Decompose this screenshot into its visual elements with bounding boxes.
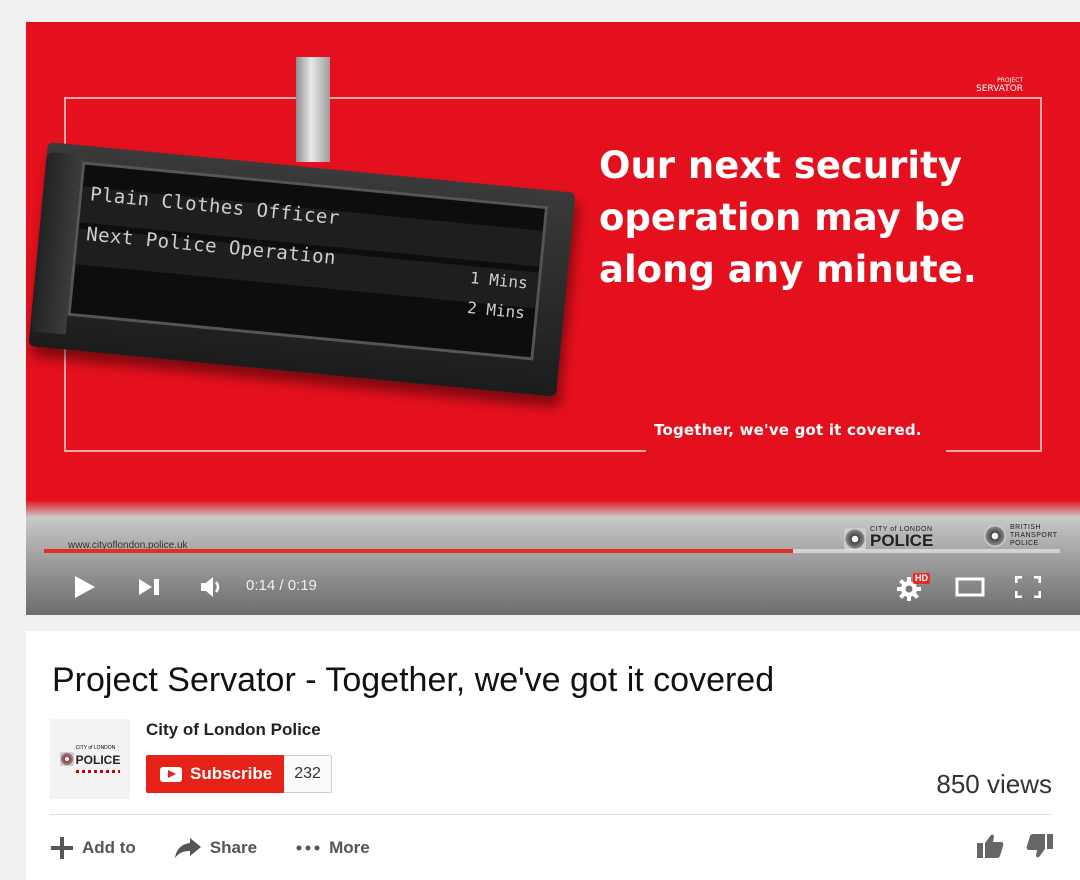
- servator-logo-name: SERVATOR: [976, 84, 1024, 94]
- fullscreen-button[interactable]: [1008, 567, 1048, 607]
- play-button[interactable]: [64, 567, 104, 607]
- like-button[interactable]: [976, 833, 1004, 864]
- video-tagline: Together, we've got it covered.: [654, 421, 922, 439]
- theater-mode-button[interactable]: [950, 567, 990, 607]
- next-icon: [139, 579, 159, 595]
- board-display: Plain Clothes Officer Next Police Operat…: [67, 161, 549, 361]
- volume-button[interactable]: [192, 567, 232, 607]
- share-icon: [174, 838, 201, 858]
- partner-logo-top: BRITISH: [1010, 524, 1042, 531]
- channel-logo: CITY of LONDON POLICE: [59, 745, 121, 773]
- british-transport-police-logo: BRITISH TRANSPORT POLICE: [984, 524, 1058, 548]
- add-to-label: Add to: [82, 838, 136, 857]
- channel-logo-top: CITY of LONDON: [75, 745, 116, 751]
- share-button[interactable]: Share: [174, 837, 257, 859]
- crest-icon: [59, 752, 74, 766]
- add-to-button[interactable]: Add to: [50, 836, 136, 860]
- subscribe-button[interactable]: Subscribe: [146, 755, 285, 793]
- partner-logo-name: TRANSPORT: [1010, 532, 1058, 539]
- sign-pole: [296, 57, 330, 162]
- ratings: [976, 831, 1054, 865]
- thumbs-down-icon: [1026, 833, 1053, 857]
- settings-button[interactable]: HD: [891, 567, 931, 607]
- checker-band: [75, 770, 121, 773]
- fullscreen-icon: [1015, 576, 1041, 598]
- action-bar: Add to Share More: [50, 831, 408, 865]
- headline-line: Our next security: [599, 144, 962, 187]
- video-info-panel: Project Servator - Together, we've got i…: [26, 631, 1080, 880]
- progress-bar[interactable]: [44, 549, 1060, 553]
- player-controls: 0:14 / 0:19 HD: [26, 567, 1080, 607]
- partner-logo-bottom: POLICE: [1010, 540, 1039, 547]
- share-label: Share: [209, 838, 258, 857]
- divider: [50, 814, 1052, 815]
- more-dots-icon: [296, 845, 320, 851]
- progress-fill: [44, 549, 793, 553]
- channel-avatar[interactable]: CITY of LONDON POLICE: [50, 719, 130, 799]
- next-button[interactable]: [130, 567, 170, 607]
- subscribe-group: Subscribe 232: [146, 755, 332, 793]
- theater-mode-icon: [955, 577, 985, 597]
- crest-icon: [984, 525, 1006, 547]
- thumbs-up-icon: [977, 834, 1004, 858]
- more-label: More: [329, 838, 370, 857]
- volume-icon: [201, 577, 220, 597]
- partner-logo-name: POLICE: [870, 531, 934, 550]
- video-title: Project Servator - Together, we've got i…: [52, 661, 775, 699]
- headline-line: along any minute.: [599, 248, 977, 291]
- project-servator-logo: PROJECT SERVATOR: [976, 76, 1023, 94]
- play-icon: [75, 576, 95, 598]
- partner-logos: CITY of LONDON POLICE BRITISH TRANSPORT …: [844, 524, 1074, 564]
- headline-line: operation may be: [599, 196, 966, 239]
- city-of-london-police-logo: CITY of LONDON POLICE: [844, 526, 933, 551]
- video-headline: Our next security operation may be along…: [599, 140, 1069, 296]
- channel-logo-name: POLICE: [75, 753, 121, 767]
- subscribe-label: Subscribe: [190, 764, 273, 783]
- more-button[interactable]: More: [295, 838, 370, 858]
- hd-badge: HD: [913, 573, 930, 584]
- channel-name-link[interactable]: City of London Police: [146, 720, 321, 740]
- plus-icon: [51, 837, 73, 859]
- video-player[interactable]: Together, we've got it covered. PROJECT …: [26, 22, 1080, 615]
- time-display: 0:14 / 0:19: [246, 577, 317, 594]
- view-count: 850 views: [936, 769, 1052, 799]
- frame-gap: [646, 442, 946, 466]
- subscriber-count: 232: [284, 755, 332, 793]
- youtube-play-icon: [160, 766, 182, 782]
- crest-icon: [844, 527, 866, 550]
- dislike-button[interactable]: [1026, 833, 1054, 864]
